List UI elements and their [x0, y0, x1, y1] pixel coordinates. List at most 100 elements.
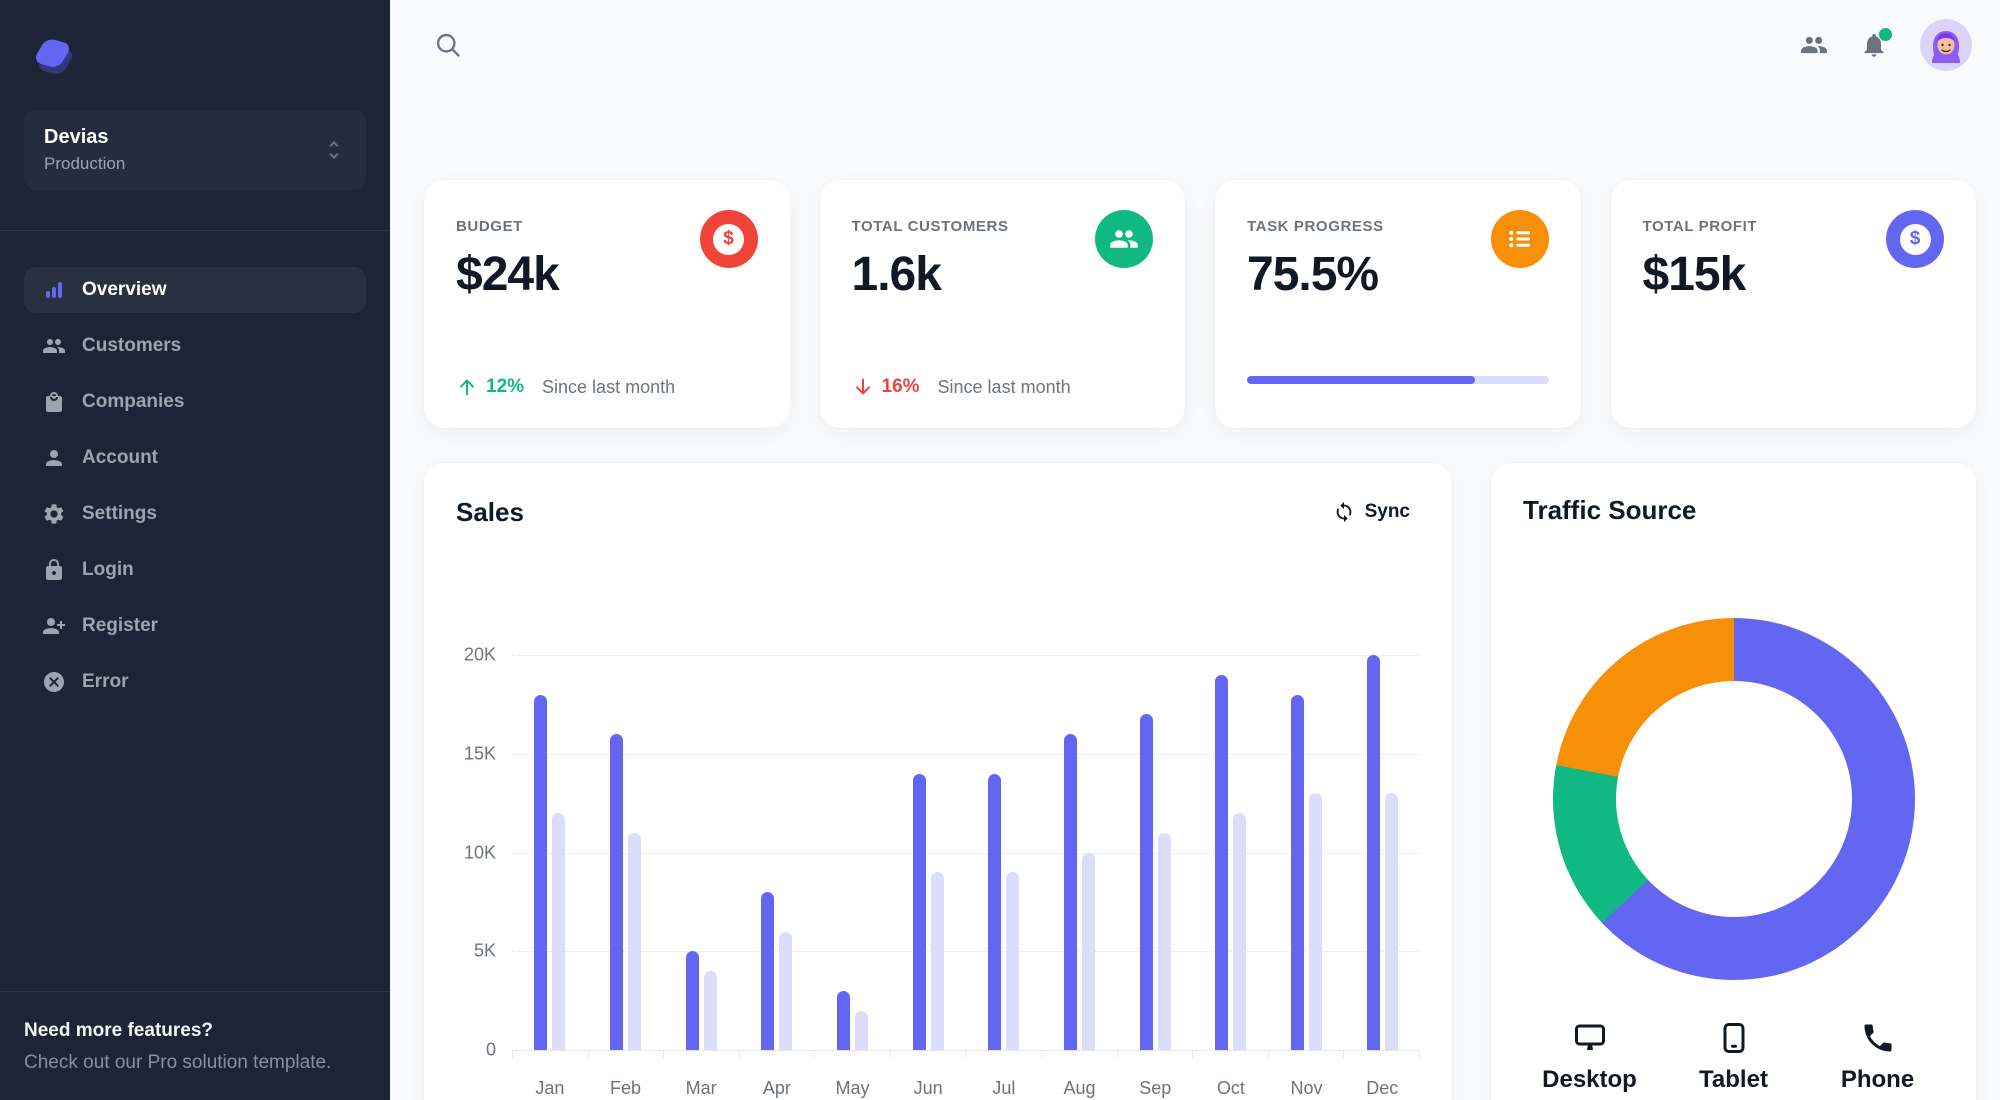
device-label: Tablet	[1699, 1066, 1768, 1093]
bag-icon	[42, 390, 66, 414]
bar-group	[1042, 655, 1118, 1050]
month-label: Oct	[1216, 1078, 1245, 1098]
sidebar-item-label: Overview	[82, 279, 167, 300]
stat-label: TOTAL CUSTOMERS	[851, 218, 1009, 235]
sidebar-item-label: Error	[82, 671, 129, 692]
sidebar-item-login[interactable]: Login	[24, 547, 366, 593]
bar-group	[1269, 655, 1345, 1050]
axis-tick	[1343, 1050, 1345, 1058]
sales-bar	[1384, 793, 1398, 1050]
sidebar-item-register[interactable]: Register	[24, 603, 366, 649]
bar-group	[512, 655, 588, 1050]
tablet-icon	[1716, 1020, 1752, 1056]
workspace-selector[interactable]: Devias Production	[24, 110, 366, 190]
app-root: Devias Production Overview Customers Com…	[0, 0, 2000, 1100]
y-tick: 5K	[473, 940, 496, 961]
stat-value: $24k	[456, 248, 560, 301]
sales-bar	[610, 734, 623, 1050]
sales-bar	[988, 773, 1002, 1050]
trend-caption: Since last month	[937, 376, 1071, 397]
bar-group	[739, 655, 815, 1050]
top-bar-actions	[1800, 19, 1972, 71]
sales-bar	[534, 694, 548, 1050]
stat-label: TOTAL PROFIT	[1642, 218, 1758, 235]
arrow-down-icon	[852, 376, 874, 398]
workspace-info: Devias Production	[44, 126, 125, 174]
x-axis-ticks	[512, 1050, 1420, 1058]
stat-card-total-customers: TOTAL CUSTOMERS 1.6k 16% Since last mont…	[819, 180, 1185, 428]
sidebar-item-overview[interactable]: Overview	[24, 267, 366, 313]
sales-bar	[1006, 872, 1020, 1050]
stat-card-budget: BUDGET $24k $ 12% Since last month	[424, 180, 790, 428]
dashboard-main: BUDGET $24k $ 12% Since last month TOTAL…	[390, 90, 2000, 1100]
search-icon[interactable]	[434, 31, 462, 59]
notification-dot	[1879, 28, 1892, 41]
bar-group	[663, 655, 739, 1050]
sidebar-item-error[interactable]: Error	[24, 659, 366, 705]
sales-bar	[1157, 832, 1171, 1050]
contacts-users-icon[interactable]	[1800, 31, 1828, 59]
axis-tick	[1041, 1050, 1043, 1058]
axis-tick	[663, 1050, 665, 1058]
stat-value: $15k	[1642, 248, 1747, 301]
month-label: Aug	[1063, 1078, 1096, 1098]
sidebar-item-companies[interactable]: Companies	[24, 379, 366, 425]
sales-bar	[779, 931, 793, 1050]
bell-icon[interactable]	[1860, 28, 1892, 59]
stat-trend: 16% Since last month	[852, 376, 1154, 398]
stat-label: BUDGET	[456, 218, 523, 235]
device-tablet: Tablet	[1686, 1020, 1782, 1094]
sales-y-axis: 20K 15K 10K 5K 0	[456, 645, 512, 1060]
task-progress-bar	[1247, 376, 1549, 384]
y-tick: 15K	[463, 743, 496, 764]
sidebar-item-customers[interactable]: Customers	[24, 323, 366, 369]
traffic-source-panel: Traffic Source Desktop Tablet Phone	[1491, 463, 1976, 1100]
sidebar: Devias Production Overview Customers Com…	[0, 0, 390, 1100]
axis-tick	[1418, 1050, 1420, 1058]
traffic-title: Traffic Source	[1523, 495, 1697, 525]
users-icon	[1095, 210, 1153, 268]
stat-value: 75.5%	[1247, 248, 1379, 301]
task-progress-fill	[1247, 376, 1475, 384]
month-label: Jan	[535, 1078, 565, 1098]
sidebar-item-settings[interactable]: Settings	[24, 491, 366, 537]
sales-bar	[1233, 813, 1247, 1050]
sales-panel: Sales Sync 20K 15K 10K 5K 0 Jan Feb Mar …	[424, 463, 1452, 1100]
sales-bar	[1064, 734, 1078, 1050]
sidebar-item-label: Account	[82, 447, 158, 468]
user-plus-icon	[42, 614, 66, 638]
sidebar-item-account[interactable]: Account	[24, 435, 366, 481]
sales-bar	[1139, 714, 1153, 1050]
device-phone: Phone	[1830, 1020, 1926, 1094]
sidebar-footer: Need more features? Check out our Pro so…	[0, 991, 390, 1100]
axis-tick	[1116, 1050, 1118, 1058]
axis-tick	[738, 1050, 740, 1058]
bar-group	[588, 655, 664, 1050]
gear-icon	[42, 502, 66, 526]
sales-bar	[1215, 674, 1229, 1050]
sales-bar	[1309, 793, 1323, 1050]
device-desktop: Desktop	[1542, 1020, 1638, 1094]
stat-card-total-profit: TOTAL PROFIT $15k $	[1610, 180, 1976, 428]
sales-bar	[628, 832, 641, 1050]
device-label: Phone	[1840, 1066, 1915, 1093]
top-bar	[390, 0, 2000, 90]
workspace-environment: Production	[44, 154, 126, 173]
sales-bar	[1082, 852, 1096, 1050]
sidebar-footer-subtitle: Check out our Pro solution template.	[24, 1052, 332, 1073]
device-label: Desktop	[1542, 1066, 1637, 1093]
stat-label: TASK PROGRESS	[1247, 218, 1384, 235]
sales-bar	[685, 951, 699, 1050]
sales-bar-plot-area	[512, 655, 1420, 1058]
axis-tick	[814, 1050, 816, 1058]
axis-tick	[1192, 1050, 1194, 1058]
avatar[interactable]	[1920, 19, 1972, 71]
month-label: Nov	[1290, 1078, 1323, 1098]
devias-logo[interactable]	[33, 32, 81, 80]
unfold-chevrons-icon	[322, 138, 346, 162]
list-icon	[1490, 210, 1549, 268]
sales-bar	[1366, 655, 1380, 1050]
y-tick: 0	[485, 1039, 496, 1060]
sync-button[interactable]: Sync	[1323, 495, 1420, 529]
sales-bar	[855, 1010, 869, 1050]
